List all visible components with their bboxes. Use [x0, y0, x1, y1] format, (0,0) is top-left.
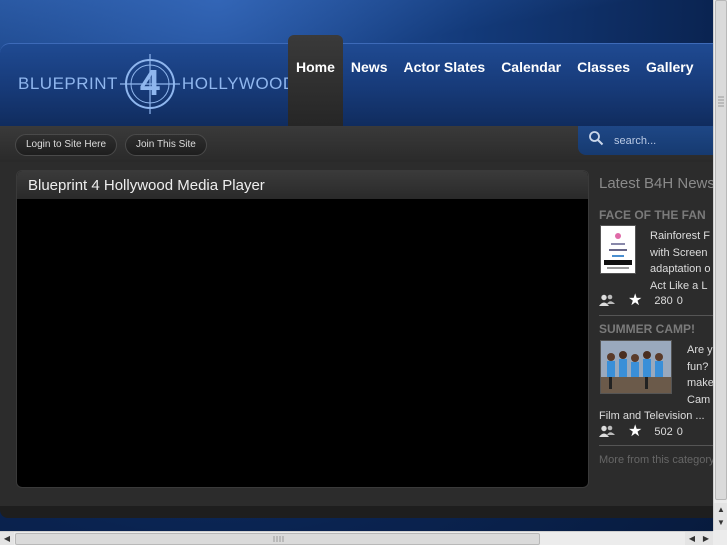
- main-nav: Home News Actor Slates Calendar Classes …: [288, 35, 702, 126]
- article-title-2[interactable]: SUMMER CAMP!: [599, 322, 695, 336]
- join-button[interactable]: Join This Site: [125, 134, 207, 156]
- nav-calendar[interactable]: Calendar: [493, 35, 569, 126]
- star-icon: ★: [628, 423, 643, 440]
- scroll-down-arrow-icon[interactable]: ▼: [714, 516, 727, 530]
- content-panel-footer: [0, 506, 713, 518]
- horizontal-scrollbar-thumb[interactable]: [15, 533, 540, 545]
- article-meta-1: ★ 280 0: [599, 293, 683, 309]
- article-rating: 0: [676, 295, 683, 307]
- news-sidebar: Latest B4H News FACE OF THE FAN Rainfore…: [599, 170, 713, 470]
- star-icon: ★: [628, 292, 643, 309]
- article-excerpt-line: adaptation o: [650, 263, 711, 275]
- article-views: 502: [654, 426, 673, 438]
- search-box: [578, 126, 713, 155]
- article-divider: [599, 445, 713, 446]
- logo-right-text: HOLLYWOOD: [181, 74, 296, 93]
- logo-numeral: 4: [139, 62, 160, 103]
- media-player-title: Blueprint 4 Hollywood Media Player: [17, 171, 588, 199]
- article-thumbnail-1[interactable]: [600, 225, 636, 274]
- scroll-up-arrow-icon[interactable]: ▲: [714, 503, 727, 517]
- sidebar-heading: Latest B4H News: [599, 175, 713, 192]
- article-thumbnail-2[interactable]: [600, 340, 672, 394]
- nav-gallery[interactable]: Gallery: [638, 35, 701, 126]
- article-excerpt-line: make: [687, 377, 713, 389]
- nav-actor-slates[interactable]: Actor Slates: [395, 35, 493, 126]
- article-excerpt-line: Rainforest F: [650, 230, 710, 242]
- horizontal-scrollbar[interactable]: ◀ ◀ ▶: [0, 531, 713, 545]
- users-icon: [599, 294, 615, 309]
- logo-mark-icon: 4: [119, 54, 180, 114]
- scroll-left-arrow-icon[interactable]: ◀: [0, 532, 14, 545]
- article-excerpt-line: with Screen: [650, 246, 708, 259]
- vertical-scrollbar[interactable]: ▲ ▼: [713, 0, 727, 531]
- nav-classes[interactable]: Classes: [569, 35, 638, 126]
- article-excerpt-line: Are y: [687, 344, 713, 356]
- users-icon: [599, 425, 615, 440]
- article-excerpt-tail: Film and Television ...: [599, 410, 705, 422]
- nav-news[interactable]: News: [343, 35, 396, 126]
- site-logo[interactable]: BLUEPRINT 4 HOLLYWOOD: [18, 54, 295, 114]
- article-divider: [599, 315, 713, 316]
- logo-left-text: BLUEPRINT: [18, 74, 118, 93]
- article-views: 280: [654, 295, 673, 307]
- scroll-left-arrow-icon[interactable]: ◀: [685, 532, 699, 545]
- scrollbar-corner: [713, 531, 727, 545]
- article-excerpt-line: Cam: [687, 393, 711, 406]
- scroll-right-arrow-icon[interactable]: ▶: [699, 532, 713, 545]
- nav-home[interactable]: Home: [288, 35, 343, 126]
- vertical-scrollbar-thumb[interactable]: [715, 0, 727, 500]
- article-rating: 0: [676, 426, 683, 438]
- article-excerpt-line: fun?: [687, 360, 709, 373]
- more-from-category-link[interactable]: More from this category: [599, 454, 713, 466]
- article-meta-2: ★ 502 0: [599, 424, 683, 440]
- login-button[interactable]: Login to Site Here: [15, 134, 118, 156]
- article-excerpt-line: Act Like a L: [650, 279, 708, 292]
- search-icon[interactable]: [588, 130, 604, 151]
- search-input[interactable]: [614, 134, 704, 147]
- media-player[interactable]: Blueprint 4 Hollywood Media Player: [16, 170, 589, 488]
- article-title-1[interactable]: FACE OF THE FAN: [599, 208, 706, 222]
